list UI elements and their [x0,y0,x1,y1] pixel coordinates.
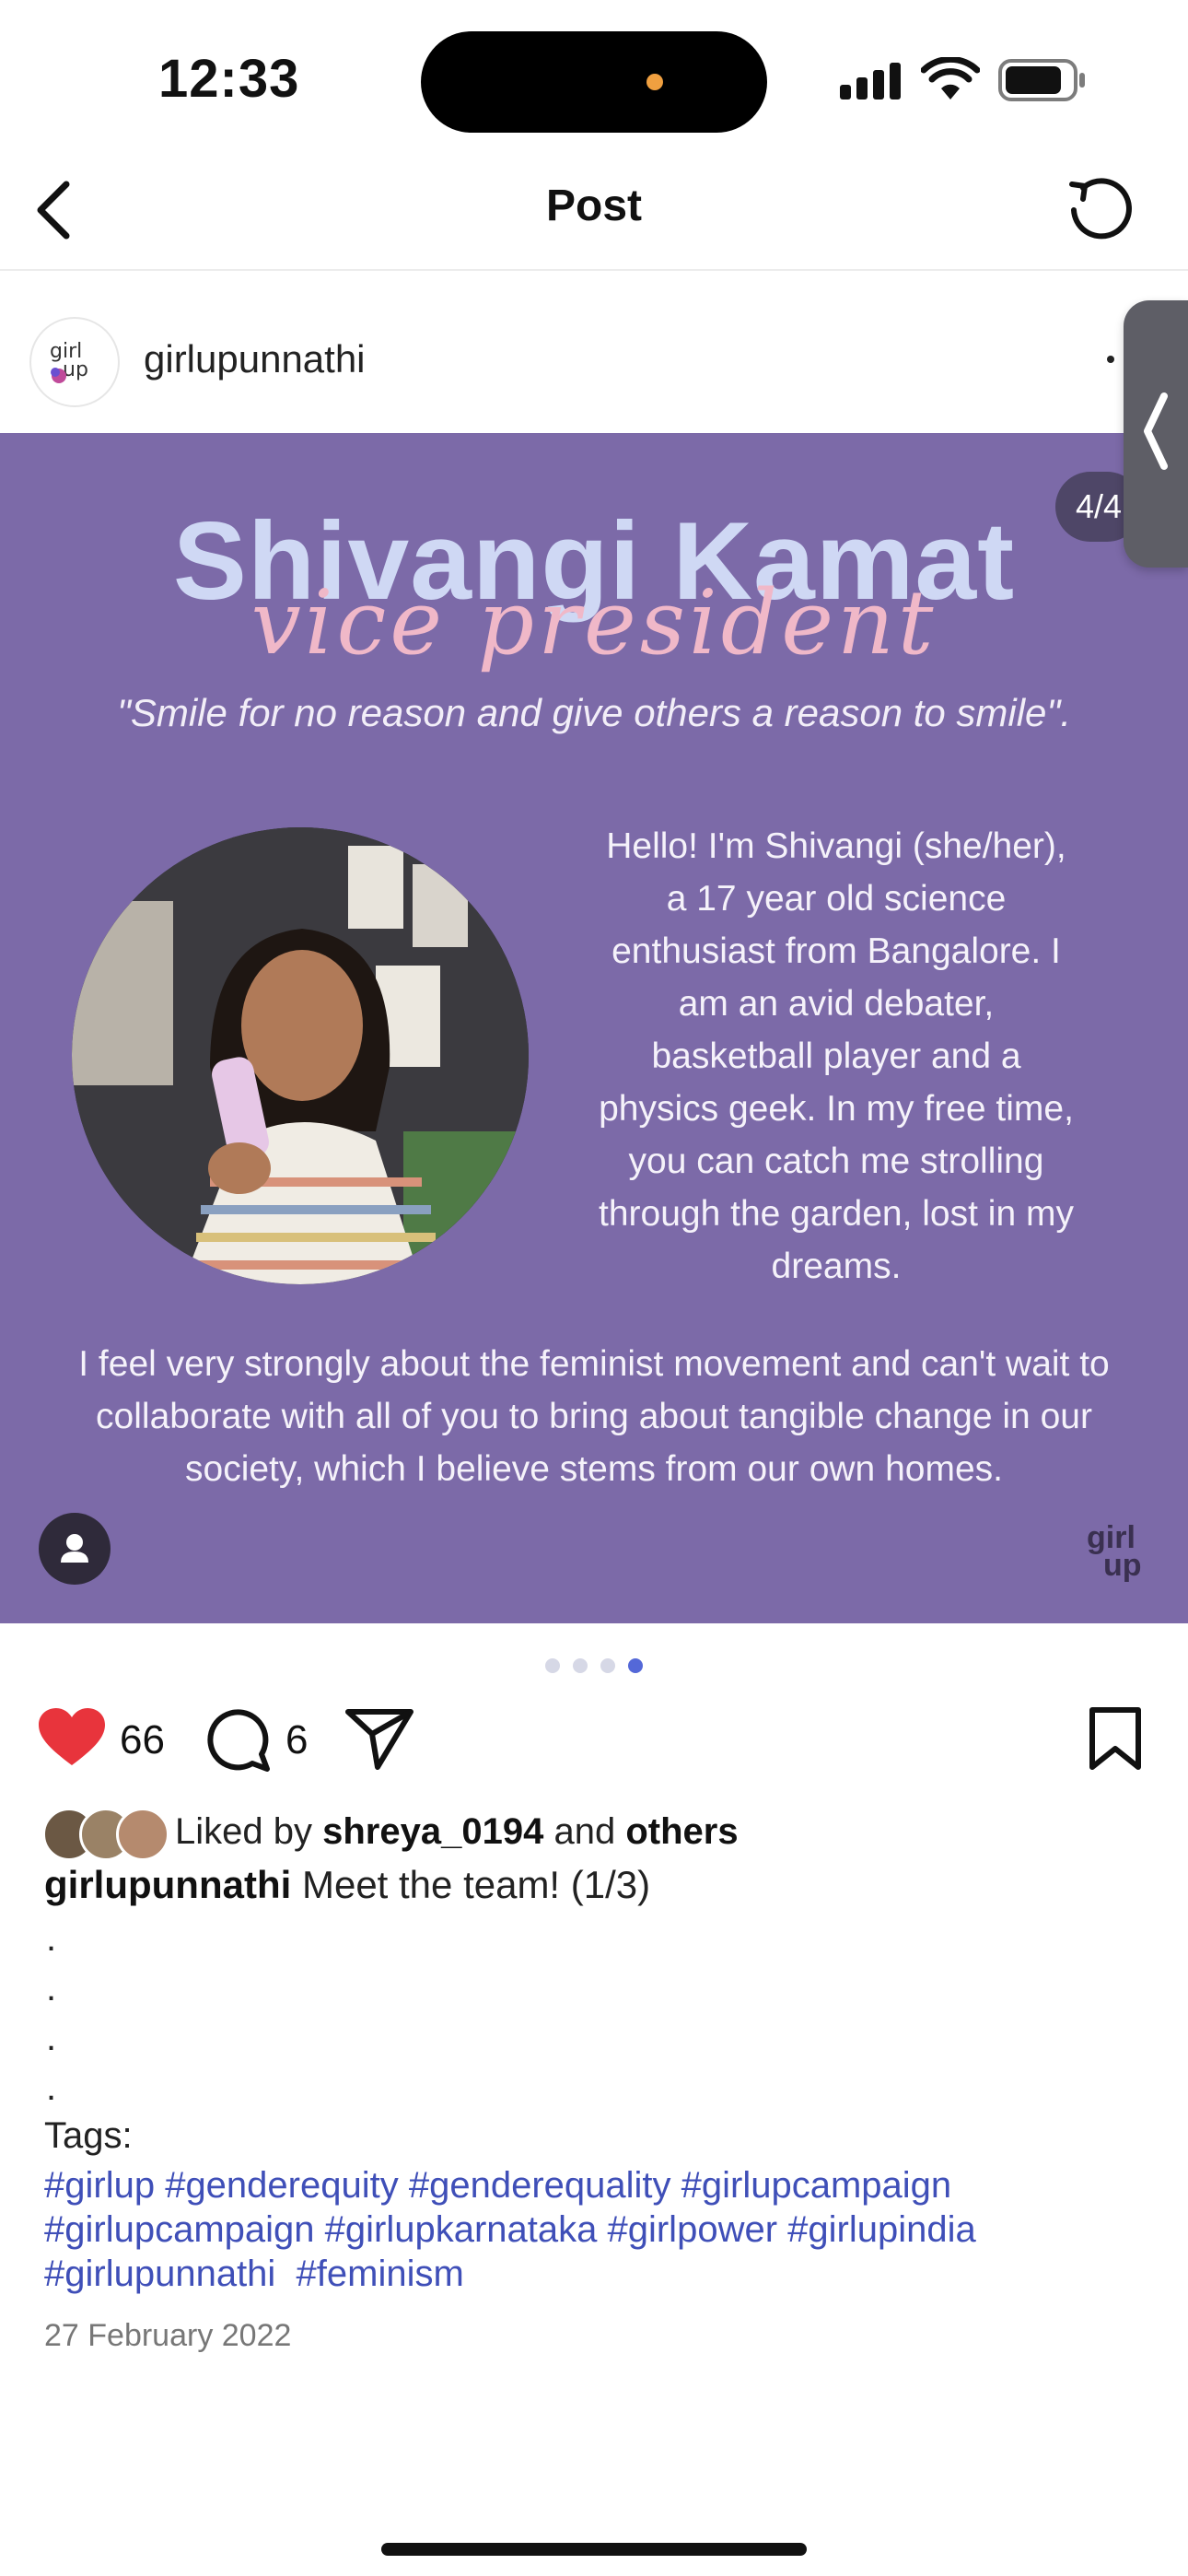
nav-divider [0,269,1188,271]
girl-up-watermark: girl up [1087,1520,1142,1583]
girl-up-logo-icon: girl up [50,340,88,383]
tagged-users-button[interactable] [39,1513,111,1585]
page-title: Post [545,181,642,230]
camera-indicator-dot [646,74,663,90]
image-role-script: vice president [250,571,938,674]
send-icon[interactable] [344,1706,414,1771]
bio-line: through the garden, lost in my [599,1194,1074,1234]
heart-icon[interactable] [37,1706,107,1769]
post-date: 27 February 2022 [44,2318,292,2353]
hashtag-line[interactable]: #girlupcampaign #girlupkarnataka #girlpo… [44,2209,976,2251]
paragraph-line: I feel very strongly about the feminist … [78,1344,1110,1384]
dynamic-island [421,31,767,133]
tags-label: Tags: [44,2115,133,2156]
portrait-illustration [72,827,529,1284]
carousel-dot [573,1658,588,1673]
more-options-icon[interactable] [1107,356,1114,363]
bookmark-icon[interactable] [1087,1706,1144,1773]
carousel-dot [545,1658,560,1673]
bio-line: you can catch me strolling [628,1142,1044,1181]
hashtag-line[interactable]: #girlupunnathi #feminism [44,2254,464,2295]
liked-by-text[interactable]: Liked by shreya_0194 and others [175,1811,739,1853]
bio-line: enthusiast from Bangalore. I [611,931,1061,971]
portrait-photo [72,827,529,1284]
bio-line: a 17 year old science [666,879,1007,919]
profile-avatar[interactable]: girl up [29,317,120,407]
liked-by-others[interactable]: others [625,1811,738,1852]
side-panel-handle[interactable] [1124,300,1188,568]
comment-icon[interactable] [206,1706,273,1773]
hashtag-line[interactable]: #girlup #genderequity #genderequality #g… [44,2165,951,2207]
refresh-icon[interactable] [1063,171,1136,245]
liker-avatar[interactable] [116,1808,169,1861]
svg-text:up: up [63,358,88,381]
status-time: 12:33 [158,49,300,109]
caption: girlupunnathi Meet the team! (1/3) [44,1863,650,1907]
chevron-left-icon [1144,392,1168,470]
bio-line: Hello! I'm Shivangi (she/her), [606,826,1066,866]
bio-line: basketball player and a [651,1036,1021,1076]
likes-count[interactable]: 66 [120,1717,165,1763]
caption-dot-line: . [46,1968,57,2008]
person-icon [61,1534,88,1563]
comments-count[interactable]: 6 [285,1717,308,1763]
caption-dot-line: . [46,2018,57,2058]
paragraph-line: collaborate with all of you to bring abo… [96,1397,1092,1436]
battery-icon [998,59,1085,101]
caption-dot-line: . [46,2067,57,2108]
carousel-dot [600,1658,615,1673]
image-paragraph: I feel very strongly about the feminist … [37,1338,1151,1495]
bio-line: dreams. [771,1247,902,1286]
carousel-dot-active [628,1658,643,1673]
caption-dot-line: . [46,1918,57,1959]
liked-by-user[interactable]: shreya_0194 [322,1811,543,1852]
bio-line: am an avid debater, [678,984,995,1024]
caption-username[interactable]: girlupunnathi [44,1863,291,1906]
post-username[interactable]: girlupunnathi [144,337,366,381]
image-quote: "Smile for no reason and give others a r… [116,691,1071,734]
paragraph-line: society, which I believe stems from our … [185,1449,1003,1489]
cellular-signal-icon [840,63,901,100]
wifi-icon [921,57,980,100]
home-indicator[interactable] [381,2543,807,2556]
image-bio-text: Hello! I'm Shivangi (she/her), a 17 year… [582,820,1090,1293]
bio-line: physics geek. In my free time, [599,1089,1074,1129]
caption-text: Meet the team! (1/3) [301,1863,651,1906]
